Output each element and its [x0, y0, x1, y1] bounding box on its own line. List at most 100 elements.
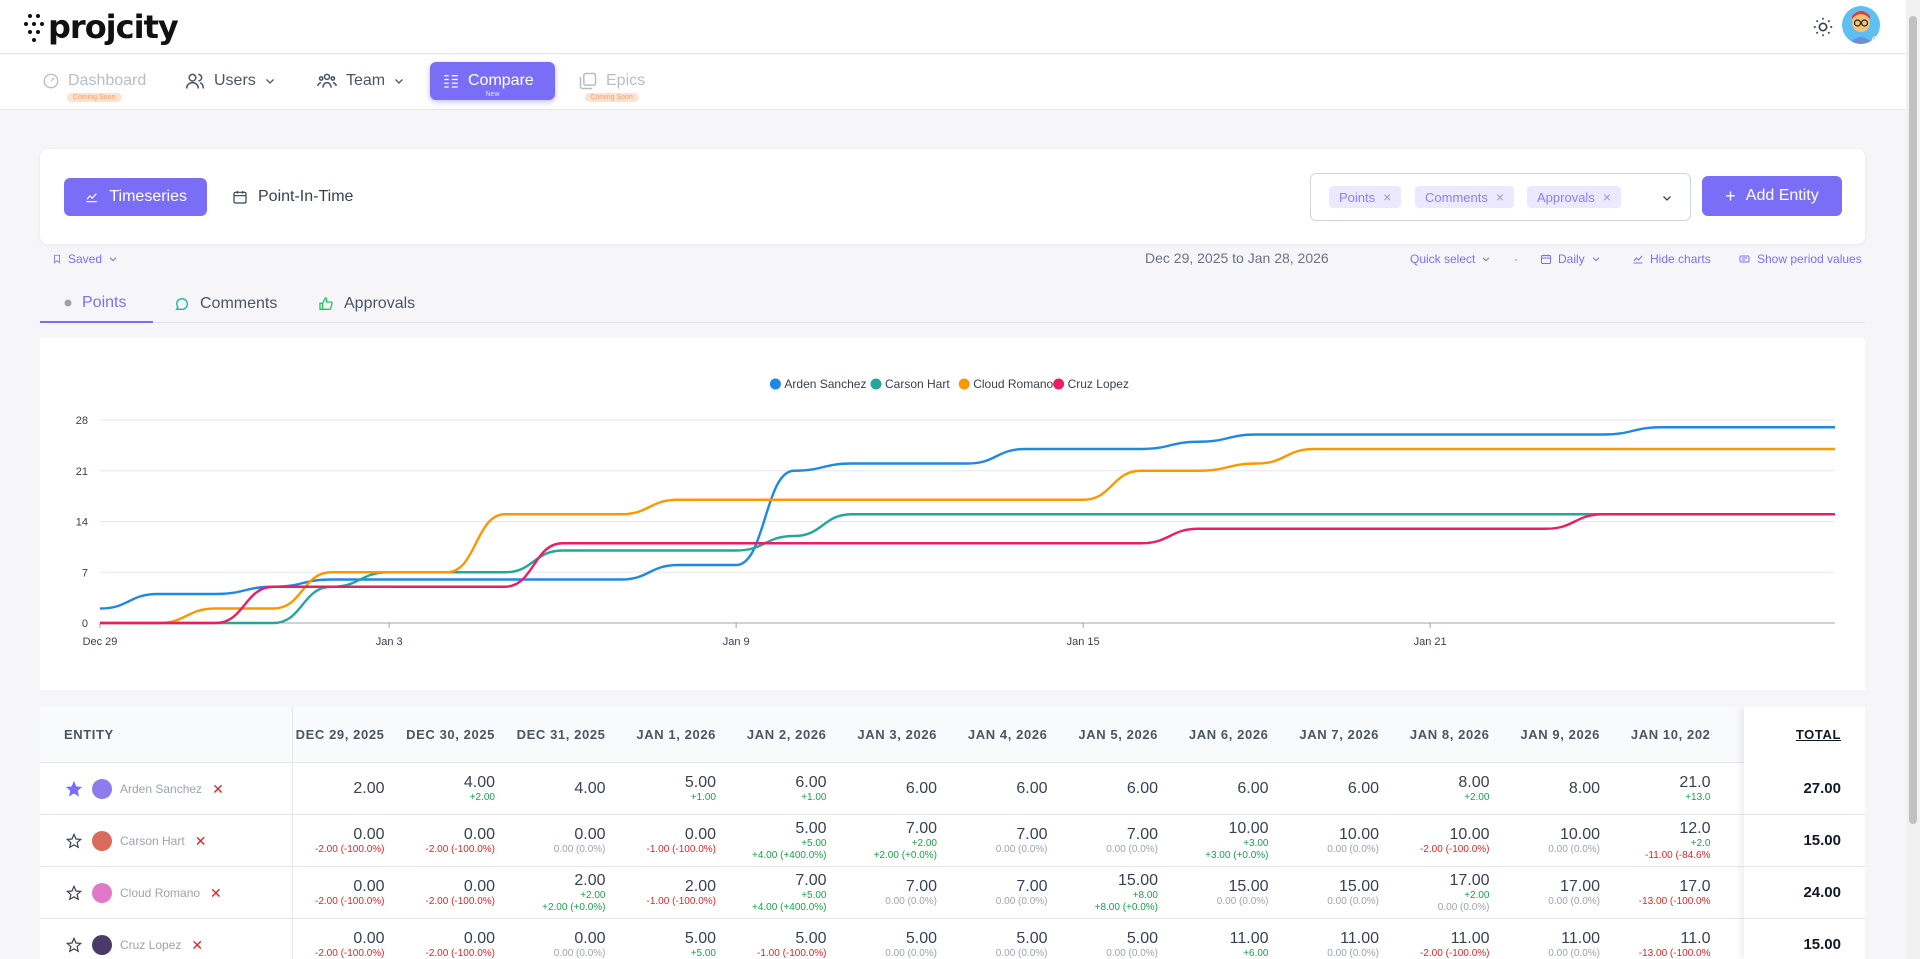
cell-change: 0.00 (0.0%) [995, 844, 1048, 855]
user-avatar[interactable] [1842, 6, 1880, 44]
cell-delta: +5.00 [690, 948, 716, 959]
cell-change: 0.00 (0.0%) [553, 844, 606, 855]
cell-value: 10.00 [1559, 826, 1600, 843]
remove-chip-icon[interactable]: × [1603, 189, 1611, 205]
online-status-indicator [1872, 36, 1880, 44]
cell-value: 7.00 [1016, 826, 1048, 843]
cell-delta: +6.00 [1243, 948, 1269, 959]
date-column-header[interactable]: DEC 29, 2025 [292, 707, 385, 763]
show-period-values-button[interactable]: Show period values [1738, 252, 1862, 266]
remove-entity-icon[interactable]: ✕ [212, 781, 224, 798]
remove-entity-icon[interactable]: ✕ [191, 937, 203, 954]
cell-change: 0.00 (0.0%) [885, 948, 937, 959]
star-icon[interactable] [66, 885, 82, 901]
cell-change: +2.00 (+0.0%) [542, 902, 606, 913]
entity-name[interactable]: Cruz Lopez [120, 938, 181, 952]
remove-entity-icon[interactable]: ✕ [210, 885, 222, 902]
star-icon[interactable] [66, 937, 82, 953]
cell-value: 5.00 [684, 774, 716, 791]
tab-approvals[interactable]: Approvals [318, 285, 415, 323]
cell-value: 15.00 [1338, 878, 1379, 895]
nav-compare-label: Compare [468, 72, 534, 89]
team-icon [317, 73, 337, 88]
timeseries-button[interactable]: Timeseries [64, 178, 207, 216]
date-column-header[interactable]: JAN 8, 2026 [1397, 707, 1490, 763]
entity-name[interactable]: Carson Hart [120, 834, 185, 848]
remove-entity-icon[interactable]: ✕ [195, 833, 207, 850]
theme-toggle-sun-icon[interactable] [1812, 16, 1834, 38]
metrics-multiselect[interactable]: Points × Comments × Approvals × [1310, 173, 1691, 221]
total-row-divider [1744, 918, 1865, 919]
chip-label: Points [1339, 189, 1376, 205]
value-cell: 5.00 0.00 (0.0%) [845, 919, 937, 959]
star-icon[interactable] [66, 833, 82, 849]
hide-charts-label: Hide charts [1650, 252, 1711, 266]
value-cell: 2.00 +2.00 +2.00 (+0.0%) [513, 867, 606, 919]
value-cell: 5.00 0.00 (0.0%) [955, 919, 1048, 959]
nav-compare[interactable]: Compare New [430, 62, 555, 100]
value-cell: 17.0 -13.00 (-100.0% [1618, 867, 1711, 919]
date-column-header[interactable]: JAN 5, 2026 [1066, 707, 1159, 763]
date-column-header[interactable]: DEC 31, 2025 [513, 707, 606, 763]
total-column-header[interactable]: TOTAL [1796, 707, 1841, 763]
app-logo[interactable]: projcity [24, 8, 179, 46]
metric-chip-approvals[interactable]: Approvals × [1527, 186, 1621, 208]
line-chart-icon [86, 193, 97, 203]
cell-value: 0.00 [684, 826, 716, 843]
quick-select-dropdown[interactable]: Quick select [1410, 252, 1497, 266]
date-column-header[interactable]: JAN 1, 2026 [624, 707, 717, 763]
point-in-time-button[interactable]: Point-In-Time [212, 178, 373, 216]
hide-charts-button[interactable]: Hide charts [1632, 252, 1711, 266]
tab-comments[interactable]: Comments [174, 285, 277, 323]
value-cell: 4.00 +2.00 [403, 763, 495, 815]
entity-name[interactable]: Cloud Romano [120, 886, 200, 900]
nav-team[interactable]: Team [304, 62, 417, 100]
date-column-header[interactable]: JAN 2, 2026 [734, 707, 827, 763]
chevron-down-icon [1592, 257, 1599, 262]
cell-value: 0.00 [463, 930, 495, 947]
nav-dashboard[interactable]: Dashboard Coming Soon [30, 62, 158, 102]
chevron-down-icon[interactable] [1661, 192, 1673, 204]
cell-value: 6.00 [1126, 780, 1158, 797]
cell-value: 4.00 [463, 774, 495, 791]
cell-value: 6.00 [795, 774, 827, 791]
period-values-icon [1739, 255, 1750, 263]
value-cell: 7.00 +5.00 +4.00 (+400.0%) [734, 867, 827, 919]
cell-change: 0.00 (0.0%) [1548, 948, 1600, 959]
date-column-header[interactable]: JAN 3, 2026 [845, 707, 938, 763]
star-icon[interactable] [66, 781, 82, 797]
scrollbar-thumb[interactable] [1909, 16, 1917, 824]
saved-views-dropdown[interactable]: Saved [52, 252, 124, 266]
cell-value: 10.00 [1449, 826, 1490, 843]
cell-value: 12.0 [1679, 820, 1711, 837]
date-range-text[interactable]: Dec 29, 2025 to Jan 28, 2026 [1145, 250, 1329, 266]
date-column-header[interactable]: JAN 7, 2026 [1287, 707, 1380, 763]
date-column-header[interactable]: JAN 10, 202 [1618, 707, 1711, 763]
cell-value: 0.00 [463, 878, 495, 895]
remove-chip-icon[interactable]: × [1383, 189, 1391, 205]
coming-soon-badge: Coming Soon [66, 93, 122, 102]
value-cell: 8.00 +2.00 [1397, 763, 1489, 815]
page-scrollbar[interactable] [1906, 0, 1920, 959]
tab-points[interactable]: Points [40, 285, 153, 323]
total-value: 24.00 [1803, 884, 1841, 901]
nav-users[interactable]: Users [172, 62, 288, 100]
value-cell: 0.00 0.00 (0.0%) [513, 815, 606, 867]
nav-users-label: Users [214, 72, 256, 89]
value-cell: 0.00 -2.00 (-100.0%) [403, 867, 495, 919]
main-navigation: Dashboard Coming Soon Users Team Compare… [0, 55, 1906, 110]
entity-name[interactable]: Arden Sanchez [120, 782, 202, 796]
entity-column-header[interactable]: ENTITY [64, 707, 114, 763]
cell-value: 17.00 [1449, 872, 1490, 889]
chevron-down-icon [265, 79, 274, 84]
date-column-header[interactable]: JAN 9, 2026 [1508, 707, 1601, 763]
date-column-header[interactable]: JAN 4, 2026 [955, 707, 1048, 763]
add-entity-button[interactable]: + Add Entity [1702, 176, 1842, 216]
nav-epics[interactable]: Epics Coming Soon [566, 62, 657, 102]
metric-chip-comments[interactable]: Comments × [1415, 186, 1515, 208]
granularity-dropdown[interactable]: Daily [1540, 252, 1607, 266]
remove-chip-icon[interactable]: × [1496, 189, 1504, 205]
metric-chip-points[interactable]: Points × [1329, 186, 1402, 208]
date-column-header[interactable]: JAN 6, 2026 [1176, 707, 1269, 763]
date-column-header[interactable]: DEC 30, 2025 [403, 707, 496, 763]
